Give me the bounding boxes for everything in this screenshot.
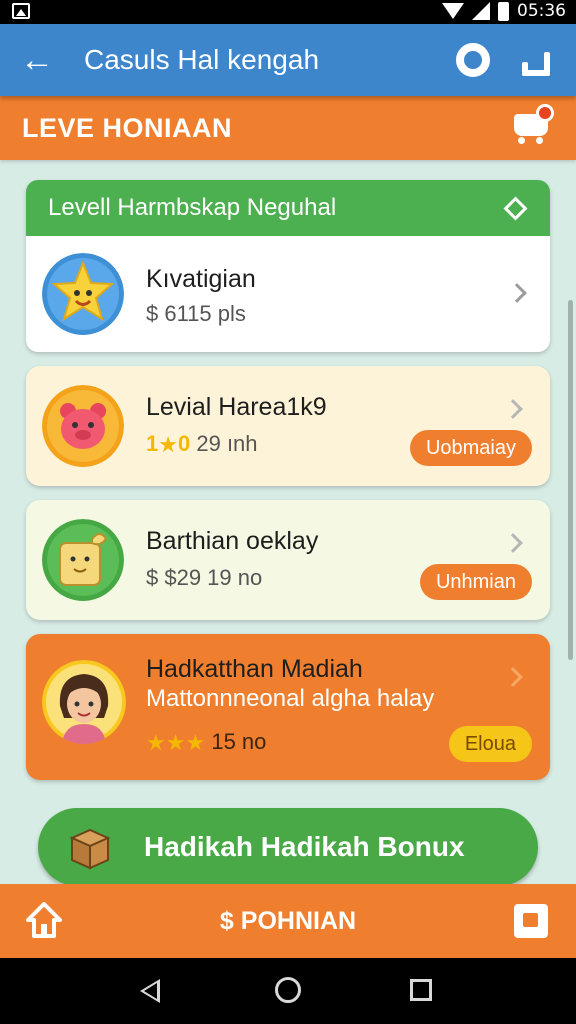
- card-name: Hadkatthan Madiah: [146, 655, 363, 683]
- battery-icon: [498, 1, 509, 21]
- level-group-card: Levell Harmbskap Neguhal Kıvatigian $ 61…: [26, 180, 550, 352]
- item-price: $ 6115 pls: [146, 301, 246, 326]
- card-meta-text: 29 ınh: [196, 431, 258, 456]
- card-name: Barthian oeklay: [146, 527, 319, 555]
- system-nav-bar: [0, 958, 576, 1024]
- card-name: Levial Harea1k9: [146, 393, 327, 421]
- item-name: Kıvatigian: [146, 265, 256, 293]
- card-meta-text: 15 no: [211, 729, 267, 754]
- chevron-right-icon: [507, 283, 527, 303]
- card-meta: ★★★ 15 no: [146, 728, 266, 756]
- group-header[interactable]: Levell Harmbskap Neguhal: [26, 180, 550, 236]
- record-circle-icon[interactable]: [456, 43, 490, 77]
- level-bar: LEVE HONIAAN: [0, 96, 576, 160]
- level-title: LEVE HONIAAN: [22, 113, 233, 143]
- card-subtitle: Mattonnneonal algha halay: [146, 685, 435, 712]
- inventory-icon[interactable]: [514, 904, 548, 938]
- level-card[interactable]: Barthian oeklay $ $29 19 no Unhmian: [26, 500, 550, 620]
- cart-notification-dot: [536, 104, 554, 122]
- status-bar: 05:36: [0, 0, 576, 24]
- status-indicators: 05:36: [442, 1, 566, 21]
- level-card-featured[interactable]: Hadkatthan Madiah Mattonnneonal algha ha…: [26, 634, 550, 780]
- share-icon[interactable]: [522, 52, 550, 76]
- star-icon: ★: [185, 730, 206, 755]
- app-bar: ← Casuls Hal kengah: [0, 24, 576, 96]
- star-character-avatar: [42, 253, 124, 335]
- card-action-button[interactable]: Uobmaiay: [409, 430, 532, 466]
- star-icon: ★: [158, 432, 178, 457]
- gift-character-avatar: [42, 519, 124, 601]
- group-title: Levell Harmbskap Neguhal: [48, 194, 337, 221]
- chevron-right-icon: [503, 533, 523, 553]
- status-time: 05:36: [517, 1, 566, 21]
- card-meta-text: $ $29 19 no: [146, 565, 263, 590]
- nav-home-icon[interactable]: [275, 977, 301, 1003]
- level-card[interactable]: Levial Harea1k9 1★0 29 ınh Uobmaiay: [26, 366, 550, 486]
- pig-character-avatar: [42, 385, 124, 467]
- card-action-button[interactable]: Eloua: [448, 726, 532, 762]
- star-icon: ★: [165, 730, 186, 755]
- girl-character-avatar: [42, 660, 126, 744]
- chevron-right-icon: [503, 399, 523, 419]
- star-count: 1: [146, 431, 159, 456]
- card-action-button[interactable]: Unhmian: [419, 564, 532, 600]
- star-count-suffix: 0: [177, 431, 191, 456]
- list-item[interactable]: Kıvatigian $ 6115 pls: [26, 236, 550, 352]
- notification-image-icon: [12, 3, 30, 19]
- signal-icon: [472, 2, 490, 20]
- back-arrow-icon[interactable]: ←: [18, 42, 56, 80]
- bottom-bar-label[interactable]: $ POHNIAN: [0, 906, 576, 936]
- chevron-right-icon: [503, 667, 523, 687]
- diamond-icon[interactable]: [503, 196, 528, 221]
- nav-back-icon[interactable]: [140, 979, 160, 1003]
- bottom-bar: $ POHNIAN: [0, 884, 576, 958]
- nav-recent-icon[interactable]: [410, 979, 432, 1001]
- wifi-icon: [442, 3, 464, 19]
- star-icon: ★: [146, 730, 166, 755]
- scrollbar[interactable]: [568, 300, 573, 660]
- bonus-label: Hadikah Hadikah Bonux: [144, 831, 465, 862]
- box-icon: [69, 828, 111, 870]
- card-meta: 1★0 29 ınh: [146, 430, 258, 458]
- bonus-button[interactable]: Hadikah Hadikah Bonux: [38, 808, 538, 886]
- app-title: Casuls Hal kengah: [84, 44, 320, 75]
